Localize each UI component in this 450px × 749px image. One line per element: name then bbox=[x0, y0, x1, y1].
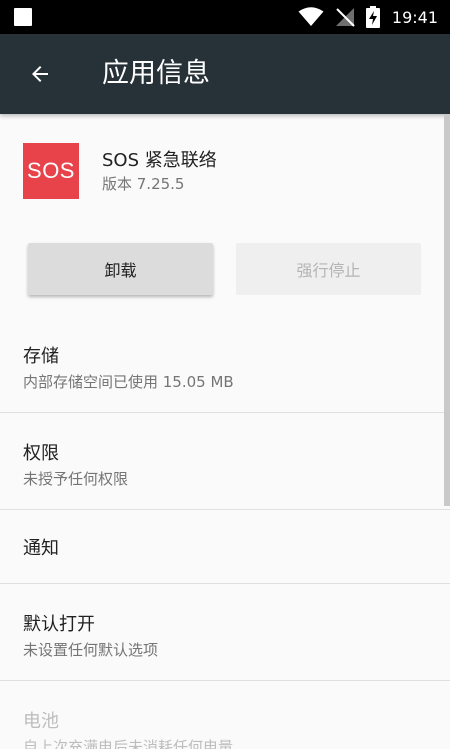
app-bar: 应用信息 bbox=[0, 34, 450, 114]
row-subtitle: 未授予任何权限 bbox=[23, 470, 129, 488]
no-signal-icon bbox=[335, 8, 355, 27]
status-bar: 19:41 bbox=[0, 0, 450, 34]
app-icon-label: SOS bbox=[27, 158, 75, 183]
page-title: 应用信息 bbox=[102, 58, 210, 89]
battery-charging-icon bbox=[365, 6, 380, 28]
app-version: 版本 7.25.5 bbox=[102, 175, 185, 193]
notifications-row[interactable]: 通知 bbox=[0, 510, 450, 584]
app-header: SOS SOS 紧急联络 版本 7.25.5 bbox=[0, 114, 450, 224]
status-time: 19:41 bbox=[391, 7, 438, 27]
row-title: 电池 bbox=[23, 711, 59, 732]
notification-icon bbox=[14, 8, 32, 26]
permissions-row[interactable]: 权限 未授予任何权限 bbox=[0, 413, 450, 510]
row-title: 存储 bbox=[23, 346, 59, 367]
row-title: 权限 bbox=[23, 443, 59, 464]
arrow-back-icon bbox=[32, 66, 48, 82]
open-by-default-row[interactable]: 默认打开 未设置任何默认选项 bbox=[0, 584, 450, 681]
uninstall-button[interactable]: 卸载 bbox=[28, 243, 213, 295]
row-title: 默认打开 bbox=[23, 614, 95, 635]
app-name: SOS 紧急联络 bbox=[102, 150, 217, 171]
row-subtitle: 内部存储空间已使用 15.05 MB bbox=[23, 373, 234, 391]
action-buttons: 卸载 强行停止 bbox=[0, 243, 450, 298]
status-icons: 19:41 bbox=[298, 0, 438, 34]
app-icon: SOS bbox=[23, 143, 79, 199]
battery-row: 电池 自上次充满电后未消耗任何电量 bbox=[0, 681, 450, 749]
storage-row[interactable]: 存储 内部存储空间已使用 15.05 MB bbox=[0, 316, 450, 413]
wifi-icon bbox=[298, 7, 324, 26]
back-button[interactable] bbox=[18, 52, 62, 96]
settings-list: 存储 内部存储空间已使用 15.05 MB 权限 未授予任何权限 通知 默认打开… bbox=[0, 316, 450, 749]
scrollbar[interactable] bbox=[444, 114, 450, 506]
row-title: 通知 bbox=[23, 538, 59, 559]
row-subtitle: 自上次充满电后未消耗任何电量 bbox=[23, 738, 234, 749]
force-stop-button: 强行停止 bbox=[236, 243, 421, 295]
row-subtitle: 未设置任何默认选项 bbox=[23, 641, 159, 659]
app-info-content[interactable]: SOS SOS 紧急联络 版本 7.25.5 卸载 强行停止 存储 内部存储空间… bbox=[0, 114, 450, 749]
